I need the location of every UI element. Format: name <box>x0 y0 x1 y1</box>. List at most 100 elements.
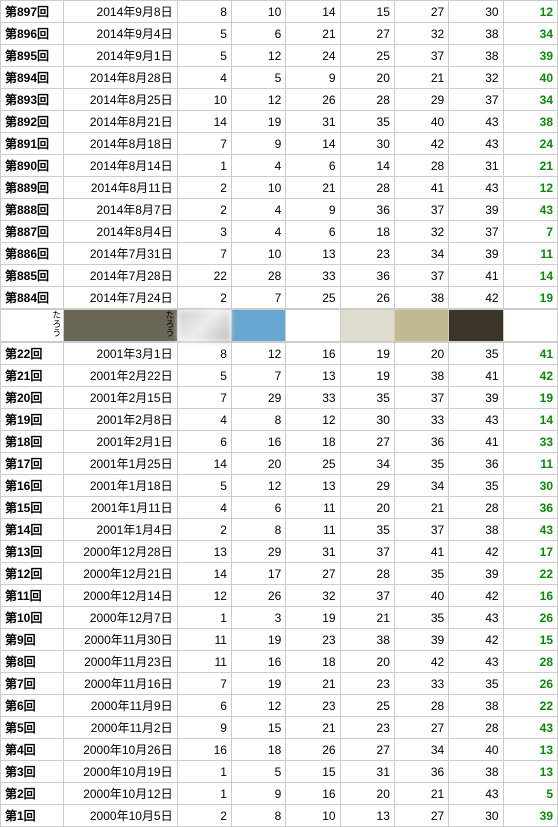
draw-number-cell: 12 <box>231 343 285 365</box>
draw-number-cell: 42 <box>394 651 448 673</box>
draw-number-cell: 19 <box>286 607 340 629</box>
draw-number-cell: 31 <box>340 761 394 783</box>
bonus-number: 34 <box>503 23 557 45</box>
table-row: 第5回2000年11月2日9152123272843 <box>1 717 558 739</box>
draw-number-cell: 4 <box>231 199 285 221</box>
bonus-number: 14 <box>503 409 557 431</box>
draw-date: 2001年2月8日 <box>64 409 177 431</box>
table-row: 第17回2001年1月25日14202534353611 <box>1 453 558 475</box>
table-row: 第4回2000年10月26日16182627344013 <box>1 739 558 761</box>
draw-number-cell: 4 <box>177 497 231 519</box>
draw-number: 第1回 <box>1 805 64 827</box>
draw-number-cell: 37 <box>449 221 503 243</box>
draw-number-cell: 38 <box>449 695 503 717</box>
table-row: 第888回2014年8月7日24936373943 <box>1 199 558 221</box>
draw-number-cell: 6 <box>177 695 231 717</box>
bonus-number: 22 <box>503 563 557 585</box>
draw-number-cell: 30 <box>449 805 503 827</box>
draw-number: 第10回 <box>1 607 64 629</box>
draw-number-cell: 10 <box>231 243 285 265</box>
draw-number-cell: 29 <box>231 387 285 409</box>
draw-number-cell: 19 <box>231 629 285 651</box>
table-row: 第8回2000年11月23日11161820424328 <box>1 651 558 673</box>
draw-number-cell: 3 <box>177 221 231 243</box>
draw-number: 第18回 <box>1 431 64 453</box>
draw-number-cell: 7 <box>177 387 231 409</box>
draw-number-cell: 27 <box>340 739 394 761</box>
draw-number-cell: 5 <box>177 365 231 387</box>
swatch-cell <box>394 310 448 342</box>
draw-number-cell: 41 <box>449 365 503 387</box>
draw-number-cell: 21 <box>394 783 448 805</box>
draw-number-cell: 43 <box>449 607 503 629</box>
draw-number-cell: 5 <box>231 761 285 783</box>
bonus-number: 26 <box>503 607 557 629</box>
draw-number-cell: 6 <box>177 431 231 453</box>
draw-number-cell: 32 <box>394 23 448 45</box>
table-row: 第9回2000年11月30日11192338394215 <box>1 629 558 651</box>
draw-number-cell: 27 <box>394 717 448 739</box>
draw-number: 第8回 <box>1 651 64 673</box>
draw-date: 2014年7月28日 <box>64 265 177 287</box>
draw-number-cell: 43 <box>449 177 503 199</box>
draw-date: 2014年8月14日 <box>64 155 177 177</box>
draw-number-cell: 21 <box>394 497 448 519</box>
bonus-number: 42 <box>503 365 557 387</box>
draw-number: 第20回 <box>1 387 64 409</box>
draw-number-cell: 30 <box>340 409 394 431</box>
draw-number-cell: 23 <box>286 695 340 717</box>
draw-number-cell: 36 <box>340 199 394 221</box>
draw-number-cell: 34 <box>394 243 448 265</box>
draw-number-cell: 37 <box>394 387 448 409</box>
swatch-cell <box>503 310 557 342</box>
draw-number-cell: 7 <box>177 243 231 265</box>
draw-number-cell: 7 <box>177 133 231 155</box>
bonus-number: 43 <box>503 199 557 221</box>
bonus-number: 21 <box>503 155 557 177</box>
draw-number-cell: 29 <box>340 475 394 497</box>
bonus-number: 38 <box>503 111 557 133</box>
draw-number-cell: 2 <box>177 287 231 309</box>
table-row: 第22回2001年3月1日8121619203541 <box>1 343 558 365</box>
color-swatch <box>232 310 285 341</box>
draw-number-cell: 38 <box>449 45 503 67</box>
draw-date: 2000年11月30日 <box>64 629 177 651</box>
draw-number-cell: 13 <box>286 365 340 387</box>
draw-date: 2001年2月22日 <box>64 365 177 387</box>
draw-date: 2000年12月14日 <box>64 585 177 607</box>
bonus-number: 12 <box>503 177 557 199</box>
draw-number-cell: 35 <box>449 475 503 497</box>
draw-number-cell: 37 <box>394 265 448 287</box>
draw-number-cell: 20 <box>340 497 394 519</box>
draw-date: 2014年9月4日 <box>64 23 177 45</box>
bonus-number: 12 <box>503 1 557 23</box>
bonus-number: 39 <box>503 805 557 827</box>
draw-date: 2001年1月11日 <box>64 497 177 519</box>
draw-number-cell: 22 <box>177 265 231 287</box>
draw-number: 第884回 <box>1 287 64 309</box>
draw-number-cell: 42 <box>449 585 503 607</box>
draw-number: 第887回 <box>1 221 64 243</box>
draw-number-cell: 36 <box>394 431 448 453</box>
draw-number-cell: 35 <box>449 343 503 365</box>
draw-date: 2000年12月21日 <box>64 563 177 585</box>
draw-number-cell: 35 <box>394 453 448 475</box>
table-row: 第891回2014年8月18日791430424324 <box>1 133 558 155</box>
draw-number-cell: 9 <box>286 199 340 221</box>
draw-number: 第892回 <box>1 111 64 133</box>
table-row: 第892回2014年8月21日14193135404338 <box>1 111 558 133</box>
color-swatch: たろう <box>64 310 176 341</box>
table-row: 第896回2014年9月4日562127323834 <box>1 23 558 45</box>
draw-date: 2001年1月18日 <box>64 475 177 497</box>
table-row: 第886回2014年7月31日7101323343911 <box>1 243 558 265</box>
draw-number: 第17回 <box>1 453 64 475</box>
draw-date: 2014年7月24日 <box>64 287 177 309</box>
table-row: 第895回2014年9月1日5122425373839 <box>1 45 558 67</box>
draw-number-cell: 8 <box>231 519 285 541</box>
draw-number-cell: 37 <box>340 541 394 563</box>
color-swatch <box>504 310 557 341</box>
draw-number-cell: 41 <box>394 177 448 199</box>
draw-number-cell: 29 <box>394 89 448 111</box>
draw-number-cell: 33 <box>394 673 448 695</box>
draw-number-cell: 43 <box>449 409 503 431</box>
